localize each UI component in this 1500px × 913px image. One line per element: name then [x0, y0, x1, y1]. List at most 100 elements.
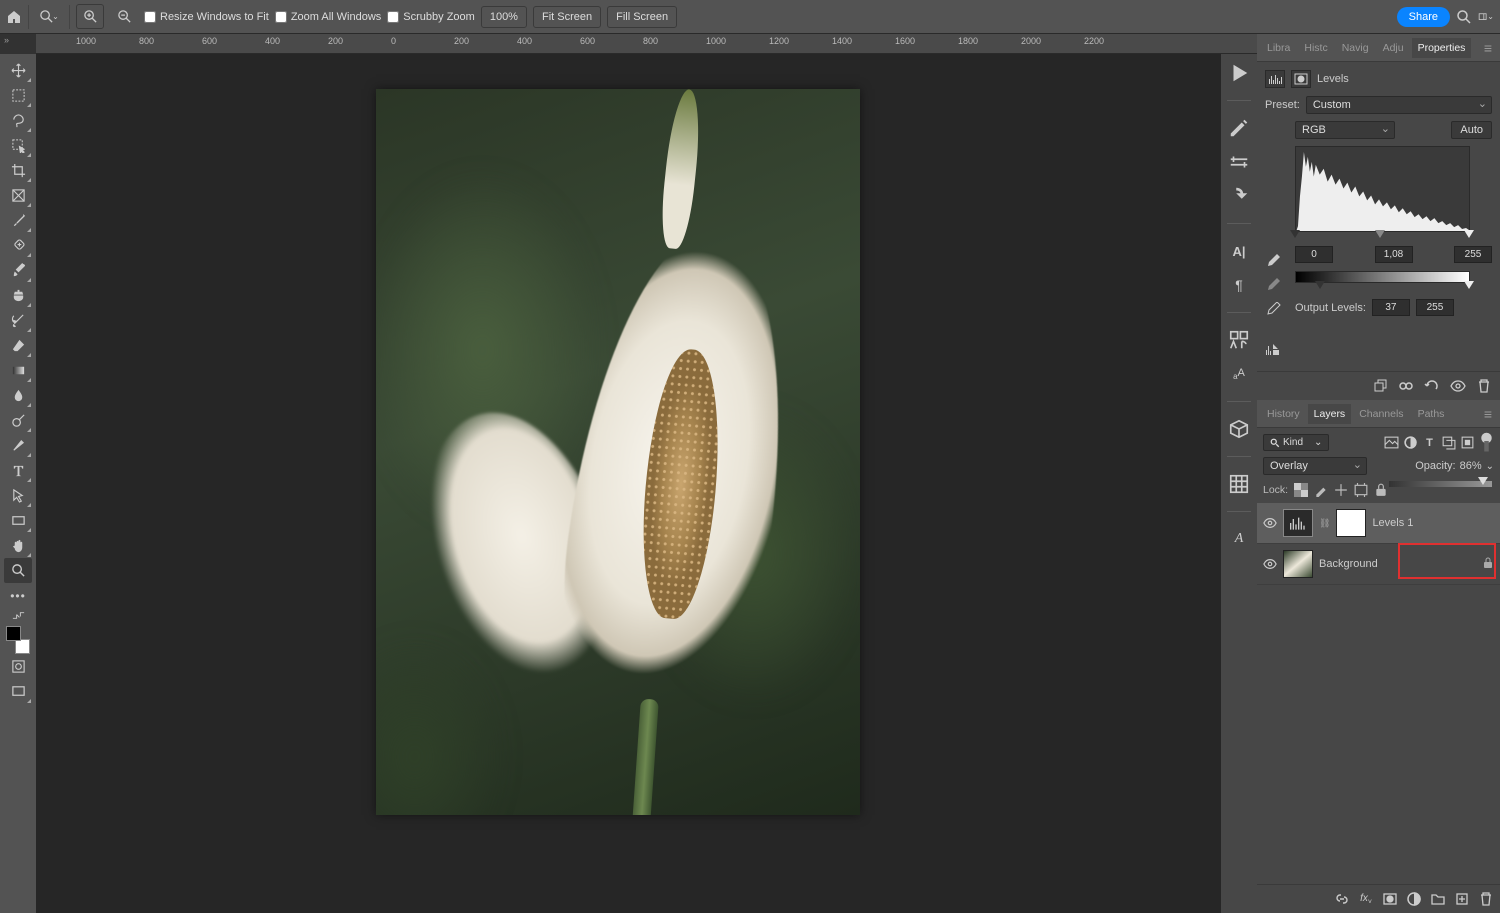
layer-name[interactable]: Background: [1319, 558, 1378, 570]
lock-position-icon[interactable]: [1334, 483, 1348, 497]
levels-clip-icon[interactable]: [1265, 342, 1281, 359]
pen-tool-icon[interactable]: [4, 433, 32, 458]
white-point-picker-icon[interactable]: [1265, 302, 1281, 318]
filter-adj-icon[interactable]: [1403, 435, 1418, 450]
canvas-area[interactable]: [36, 54, 1257, 913]
visibility-icon[interactable]: [1450, 378, 1466, 394]
marquee-tool-icon[interactable]: [4, 83, 32, 108]
fill-screen-button[interactable]: Fill Screen: [607, 6, 677, 28]
filter-shape-icon[interactable]: [1441, 435, 1456, 450]
3d-icon[interactable]: [1228, 418, 1250, 440]
edit-toolbar-icon[interactable]: •••: [4, 583, 32, 608]
tab-channels[interactable]: Channels: [1353, 404, 1409, 424]
mask-thumb[interactable]: [1336, 509, 1366, 537]
new-group-icon[interactable]: [1430, 891, 1446, 907]
mid-handle[interactable]: [1375, 230, 1385, 238]
new-adj-icon[interactable]: [1406, 891, 1422, 907]
view-previous-icon[interactable]: [1398, 378, 1414, 394]
home-icon[interactable]: [6, 9, 22, 25]
lock-trans-icon[interactable]: [1294, 483, 1308, 497]
zoom-tool-indicator-icon[interactable]: ⌄: [35, 4, 63, 29]
link-icon[interactable]: ⛓: [1319, 518, 1330, 529]
zoom-out-icon[interactable]: [110, 4, 138, 29]
path-select-tool-icon[interactable]: [4, 483, 32, 508]
zoom-in-icon[interactable]: [76, 4, 104, 29]
blend-mode-select[interactable]: Overlay: [1263, 457, 1367, 475]
hand-tool-icon[interactable]: [4, 533, 32, 558]
history-brush-tool-icon[interactable]: [4, 308, 32, 333]
object-select-tool-icon[interactable]: [4, 133, 32, 158]
input-sliders[interactable]: [1295, 232, 1470, 242]
output-sliders[interactable]: [1295, 283, 1470, 293]
lock-artboard-icon[interactable]: [1354, 483, 1368, 497]
out-high-input[interactable]: [1416, 299, 1454, 316]
zoom-percent-button[interactable]: 100%: [481, 6, 527, 28]
char-styles-icon[interactable]: aA: [1228, 363, 1250, 385]
screenmode-icon[interactable]: [4, 679, 32, 704]
opacity-value[interactable]: 86%: [1460, 460, 1482, 472]
layer-row-levels[interactable]: ⛓ Levels 1: [1257, 503, 1500, 544]
opacity-slider[interactable]: [1389, 481, 1492, 487]
clone-source-icon[interactable]: [1228, 185, 1250, 207]
opacity-dropdown-icon[interactable]: ⌄: [1486, 461, 1494, 472]
fit-screen-button[interactable]: Fit Screen: [533, 6, 601, 28]
resize-windows-check[interactable]: Resize Windows to Fit: [144, 11, 269, 23]
eye-icon[interactable]: [1263, 557, 1277, 571]
scrubby-zoom-check[interactable]: Scrubby Zoom: [387, 11, 475, 23]
eraser-tool-icon[interactable]: [4, 333, 32, 358]
type-style-icon[interactable]: A: [1228, 528, 1250, 550]
blur-tool-icon[interactable]: [4, 383, 32, 408]
layer-kind-select[interactable]: Kind⌄: [1263, 434, 1329, 451]
healing-brush-tool-icon[interactable]: [4, 233, 32, 258]
tab-layers[interactable]: Layers: [1308, 404, 1352, 424]
brush-settings-icon[interactable]: [1228, 151, 1250, 173]
crop-tool-icon[interactable]: [4, 158, 32, 183]
lock-paint-icon[interactable]: [1314, 483, 1328, 497]
out-low-input[interactable]: [1372, 299, 1410, 316]
reset-icon[interactable]: [1424, 378, 1440, 394]
highlight-input[interactable]: [1454, 246, 1492, 263]
levels-histogram[interactable]: [1295, 146, 1470, 232]
filter-toggle-icon[interactable]: [1479, 435, 1494, 450]
tab-paths[interactable]: Paths: [1412, 404, 1451, 424]
panel-menu-icon[interactable]: ≡: [1480, 40, 1496, 56]
share-button[interactable]: Share: [1397, 7, 1450, 27]
type-tool-icon[interactable]: [4, 458, 32, 483]
layers-menu-icon[interactable]: ≡: [1480, 406, 1496, 422]
layer-name[interactable]: Levels 1: [1372, 517, 1413, 529]
layer-row-background[interactable]: Background: [1257, 544, 1500, 585]
clip-to-layer-icon[interactable]: [1372, 378, 1388, 394]
delete-layer-icon[interactable]: [1478, 891, 1494, 907]
search-icon[interactable]: [1456, 9, 1472, 25]
paragraph-panel-icon[interactable]: ¶: [1228, 274, 1250, 296]
zoom-all-windows-check[interactable]: Zoom All Windows: [275, 11, 381, 23]
character-panel-icon[interactable]: A|: [1228, 240, 1250, 262]
shadow-input[interactable]: [1295, 246, 1333, 263]
out-shadow-handle[interactable]: [1315, 281, 1325, 289]
collapse-left-icon[interactable]: »: [4, 35, 9, 45]
layer-thumb[interactable]: [1283, 550, 1313, 578]
eyedropper-tool-icon[interactable]: [4, 208, 32, 233]
gray-point-picker-icon[interactable]: [1265, 278, 1281, 294]
tab-properties[interactable]: Properties: [1412, 38, 1472, 58]
document-canvas[interactable]: [376, 89, 860, 815]
brush-preset-icon[interactable]: [1228, 117, 1250, 139]
play-icon[interactable]: [1228, 62, 1250, 84]
rectangle-tool-icon[interactable]: [4, 508, 32, 533]
clone-stamp-tool-icon[interactable]: [4, 283, 32, 308]
adj-thumb[interactable]: [1283, 509, 1313, 537]
shadow-handle[interactable]: [1290, 230, 1300, 238]
tab-adjustments[interactable]: Adju: [1377, 38, 1410, 58]
glyphs-icon[interactable]: [1228, 329, 1250, 351]
filter-smart-icon[interactable]: [1460, 435, 1475, 450]
gradient-tool-icon[interactable]: [4, 358, 32, 383]
auto-button[interactable]: Auto: [1451, 121, 1492, 139]
tab-histogram[interactable]: Histc: [1298, 38, 1333, 58]
filter-type-icon[interactable]: T: [1422, 435, 1437, 450]
workspace-icon[interactable]: ⌄: [1478, 9, 1494, 25]
channel-select[interactable]: RGB: [1295, 121, 1395, 139]
move-tool-icon[interactable]: [4, 58, 32, 83]
tab-history[interactable]: History: [1261, 404, 1306, 424]
color-swatches[interactable]: [4, 626, 32, 654]
swap-colors-icon[interactable]: [4, 608, 32, 622]
